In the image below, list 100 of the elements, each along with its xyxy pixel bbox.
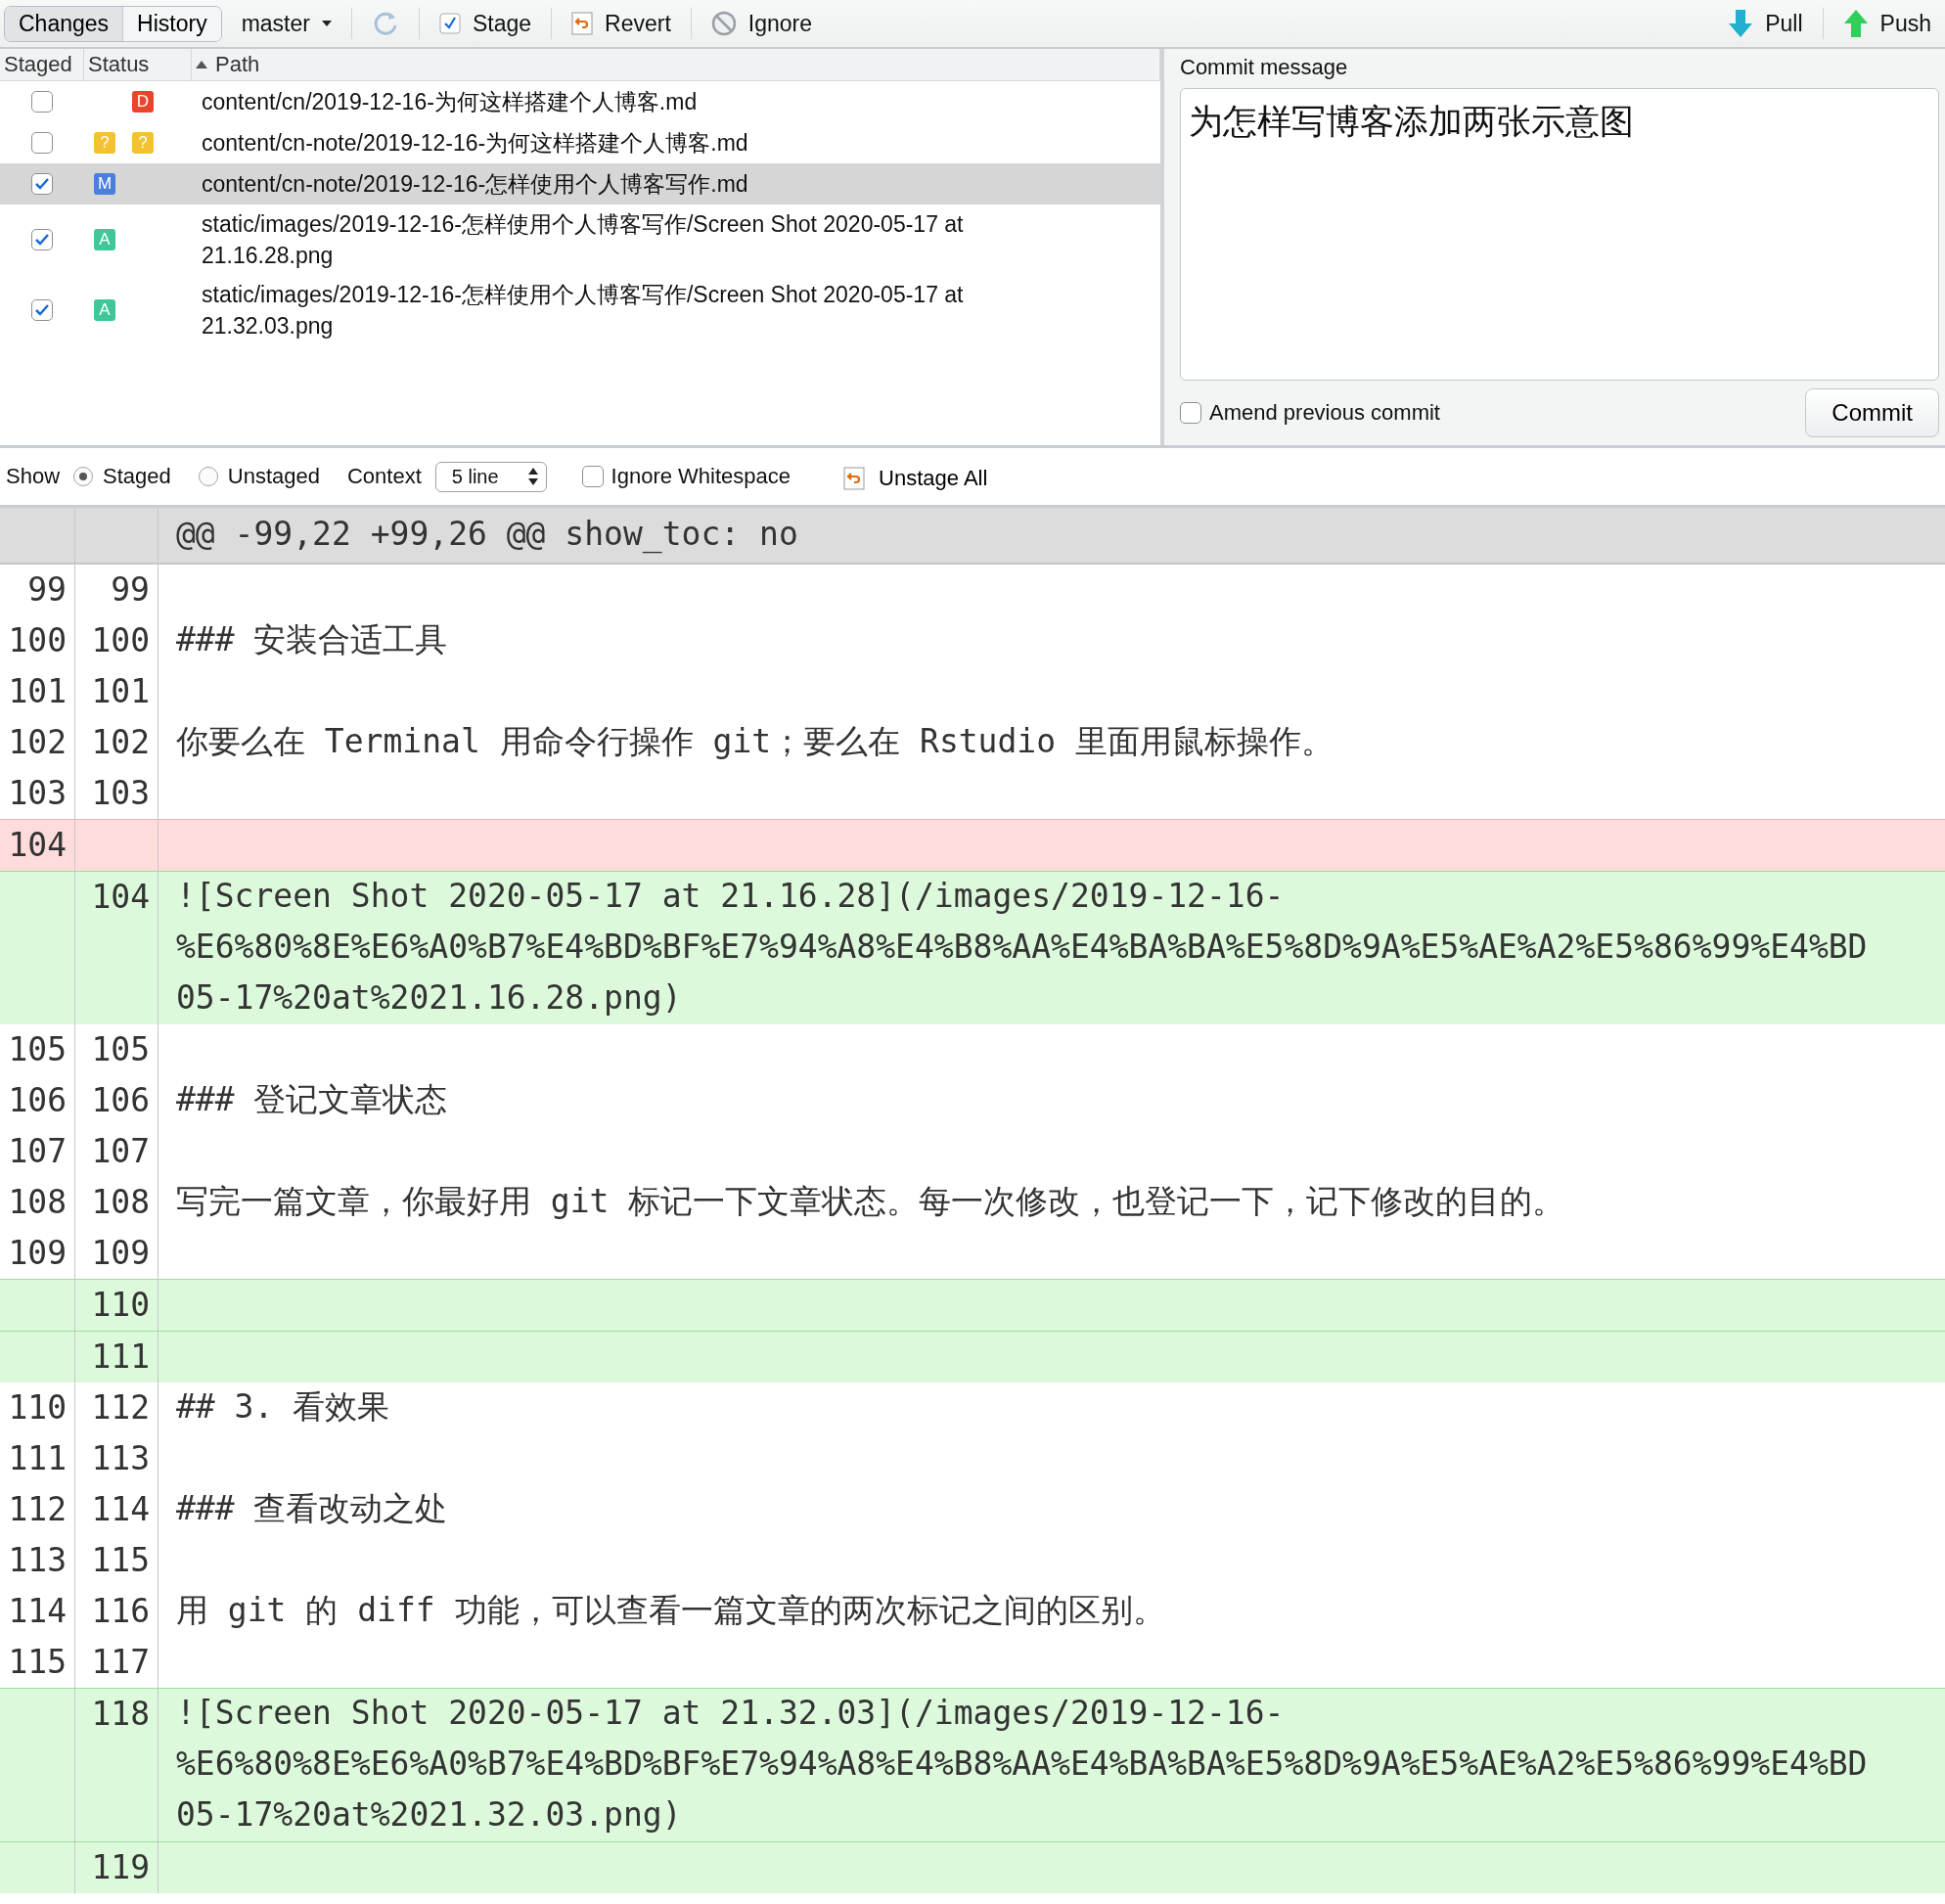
checkmark-icon (34, 177, 50, 191)
line-number: 116 (91, 1592, 150, 1630)
line-number: 118 (91, 1695, 150, 1733)
context-select[interactable]: 5 line (434, 461, 547, 492)
status-badge: M (94, 173, 115, 195)
hunk-text: @@ -99,22 +99,26 @@ show_toc: no (176, 515, 798, 553)
context-label: Context (346, 464, 422, 489)
line-number: 108 (8, 1183, 67, 1221)
code-text: ![Screen Shot 2020-05-17 at 21.32.03](/images/2019-12-16- (176, 1694, 1285, 1732)
file-row[interactable]: M content/cn-note/2019-12-16-怎样使用个人博客写作.md (0, 163, 1160, 204)
unstage-all-button[interactable]: Unstage All (843, 462, 988, 491)
checkmark-icon (34, 303, 50, 317)
checkmark-icon (34, 233, 50, 247)
down-arrow-icon (1728, 9, 1754, 38)
line-number: 99 (27, 570, 67, 609)
revert-button[interactable]: Revert (565, 8, 677, 39)
line-number: 106 (91, 1081, 150, 1119)
line-number: 111 (91, 1337, 150, 1376)
line-number: 102 (91, 723, 150, 761)
line-number: 105 (91, 1030, 150, 1068)
line-number: 107 (8, 1132, 67, 1170)
line-number: 100 (91, 621, 150, 659)
line-number: 104 (91, 878, 150, 916)
code-text: 你要么在 Terminal 用命令行操作 git；要么在 Rstudio 里面用鼠标操作。 (176, 722, 1334, 760)
line-number: 102 (8, 723, 67, 761)
push-button[interactable]: Push (1836, 7, 1937, 40)
line-number: 103 (8, 774, 67, 812)
commit-button[interactable]: Commit (1805, 388, 1939, 437)
up-arrow-icon (1842, 9, 1869, 38)
code-text: 写完一篇文章，你最好用 git 标记一下文章状态。每一次修改，也登记一下，记下修改的目的。 (176, 1182, 1565, 1220)
column-header[interactable]: Status (84, 49, 192, 80)
view-tab[interactable]: Changes (5, 6, 124, 41)
line-number: 110 (91, 1286, 150, 1324)
pull-button[interactable]: Pull (1722, 7, 1809, 40)
ignore-whitespace-checkbox[interactable] (581, 466, 604, 487)
radio-button[interactable] (198, 467, 218, 486)
status-badge: A (94, 229, 115, 250)
staged-checkbox[interactable] (31, 299, 53, 321)
status-badge: A (94, 299, 115, 321)
line-number: 100 (8, 621, 67, 659)
code-text: ### 安装合适工具 (176, 620, 448, 658)
status-badge: ? (94, 132, 115, 154)
line-number: 113 (91, 1439, 150, 1477)
file-path: static/images/2019-12-16-怎样使用个人博客写作/Screen Shot 2020-05-17 at 21.32.03.png (201, 281, 965, 340)
code-text: ### 登记文章状态 (176, 1080, 448, 1118)
file-path: content/cn-note/2019-12-16-怎样使用个人博客写作.md (201, 170, 749, 199)
line-number: 106 (8, 1081, 67, 1119)
commit-message-label: Commit message (1180, 55, 1349, 80)
undo-icon (571, 12, 594, 35)
code-text: ![Screen Shot 2020-05-17 at 21.16.28](/images/2019-12-16- (176, 877, 1285, 915)
line-number: 114 (8, 1592, 67, 1630)
code-text: 05-17%20at%2021.16.28.png) (176, 978, 682, 1017)
line-number: 119 (91, 1848, 150, 1886)
staged-checkbox[interactable] (31, 173, 53, 195)
column-header[interactable]: Staged (0, 49, 84, 80)
code-text: %E6%80%8E%E6%A0%B7%E4%BD%BF%E7%94%A8%E4%B8%AA%E4%BA%BA%E5%8D%9A%E5%AE%A2%E5%86%99%E4%BD (176, 928, 1868, 966)
caret-icon (321, 21, 332, 26)
line-number: 108 (91, 1183, 150, 1221)
commit-message-field[interactable]: 为怎样写博客添加两张示意图 (1180, 88, 1939, 381)
status-badge: ? (132, 132, 154, 154)
staged-checkbox[interactable] (31, 132, 53, 154)
code-text: ### 查看改动之处 (176, 1489, 448, 1527)
radio-label: Staged (103, 464, 171, 489)
radio-label: Unstaged (227, 464, 320, 489)
line-number: 117 (91, 1643, 150, 1681)
status-badge: D (132, 91, 154, 113)
line-number: 109 (8, 1234, 67, 1272)
ignore-whitespace-label: Ignore Whitespace (611, 464, 792, 489)
line-number: 105 (8, 1030, 67, 1068)
file-path: content/cn/2019-12-16-为何这样搭建个人博客.md (201, 88, 699, 116)
staged-checkbox[interactable] (31, 229, 53, 250)
amend-label: Amend previous commit (1209, 400, 1440, 426)
line-number: 103 (91, 774, 150, 812)
code-text: ## 3. 看效果 (176, 1387, 390, 1426)
file-path: content/cn-note/2019-12-16-为何这样搭建个人博客.md (201, 129, 749, 158)
staged-checkbox[interactable] (31, 91, 53, 113)
line-number: 110 (8, 1388, 67, 1427)
line-number: 101 (91, 672, 150, 710)
radio-button[interactable] (73, 467, 94, 486)
undo-icon (843, 467, 866, 490)
amend-checkbox[interactable] (1180, 402, 1201, 424)
checkbox-icon (438, 13, 461, 34)
code-text: %E6%80%8E%E6%A0%B7%E4%BD%BF%E7%94%A8%E4%B8%AA%E4%BA%BA%E5%8D%9A%E5%AE%A2%E5%86%99%E4%BD (176, 1745, 1868, 1783)
view-tab[interactable]: History (123, 6, 221, 41)
line-number: 111 (8, 1439, 67, 1477)
code-text: 05-17%20at%2021.32.03.png) (176, 1795, 682, 1834)
line-number: 113 (8, 1541, 67, 1579)
stage-button[interactable]: Stage (432, 8, 538, 39)
column-header[interactable]: Path (192, 49, 1160, 80)
line-number: 114 (91, 1490, 150, 1528)
line-number: 112 (91, 1388, 150, 1427)
ignore-button[interactable]: Ignore (704, 8, 818, 39)
line-number: 99 (111, 570, 150, 609)
line-number: 112 (8, 1490, 67, 1528)
show-label: Show (6, 464, 61, 489)
branch-dropdown[interactable]: master (235, 8, 338, 39)
sort-ascending-icon (196, 61, 207, 68)
prohibited-icon (710, 11, 737, 36)
code-text: 用 git 的 diff 功能，可以查看一篇文章的两次标记之间的区别。 (176, 1591, 1165, 1629)
line-number: 101 (8, 672, 67, 710)
